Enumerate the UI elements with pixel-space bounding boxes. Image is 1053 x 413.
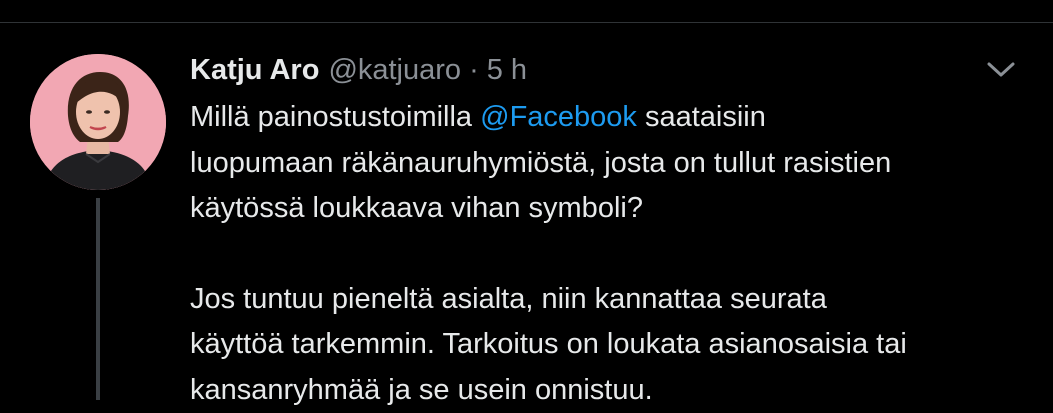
mention-link[interactable]: @Facebook <box>480 101 637 133</box>
tweet-text: Millä painostustoimilla @Facebook saatai… <box>190 95 1040 413</box>
tweet-line: kansanryhmää ja se usein onnistuu. <box>190 368 1040 413</box>
tweet-menu-button[interactable] <box>984 56 1018 82</box>
author-display-name[interactable]: Katju Aro <box>190 52 319 88</box>
tweet-line: käytössä loukkaava vihan symboli? <box>190 186 1040 232</box>
avatar-portrait <box>30 54 166 190</box>
author-handle[interactable]: @katjuaro <box>328 52 461 88</box>
chevron-down-icon <box>984 56 1018 82</box>
separator-dot: · <box>469 52 479 88</box>
tweet-line: käyttöä tarkemmin. Tarkoitus on loukata … <box>190 322 1040 368</box>
tweet-line: Millä painostustoimilla @Facebook saatai… <box>190 95 1040 141</box>
tweet-text-fragment: saataisiin <box>637 101 766 133</box>
top-divider <box>0 22 1053 23</box>
thread-connector-line <box>96 198 100 400</box>
tweet-paragraph: Millä painostustoimilla @Facebook saatai… <box>190 95 1040 232</box>
tweet-text-fragment: Millä painostustoimilla <box>190 101 480 133</box>
tweet-paragraph: Jos tuntuu pieneltä asialta, niin kannat… <box>190 277 1040 413</box>
tweet-line: Jos tuntuu pieneltä asialta, niin kannat… <box>190 277 1040 323</box>
tweet-line: luopumaan räkänauruhymiöstä, josta on tu… <box>190 141 1040 187</box>
tweet-header: Katju Aro @katjuaro · 5 h <box>190 52 527 88</box>
avatar[interactable] <box>30 54 166 190</box>
tweet-timestamp[interactable]: 5 h <box>487 52 527 88</box>
